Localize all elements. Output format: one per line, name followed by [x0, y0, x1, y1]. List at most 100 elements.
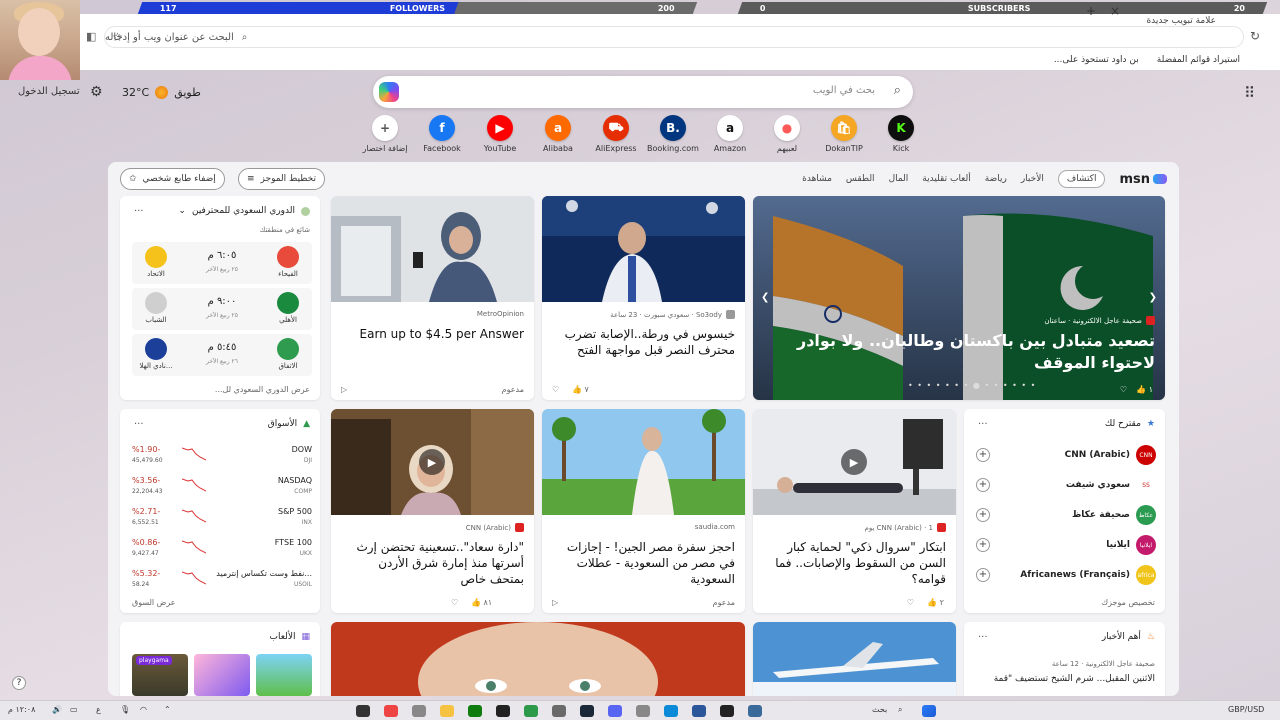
news-card-ad[interactable]: MetroOpinion Earn up to $4.5 per Answer …	[331, 196, 534, 400]
chevron-down-icon[interactable]: ⌄	[178, 206, 186, 216]
play-icon[interactable]: ▶	[841, 449, 867, 475]
carousel-dots[interactable]: • • • • • • • ● • • • • • •	[908, 381, 1036, 390]
help-icon[interactable]: ?	[12, 676, 26, 690]
follow-plus-icon[interactable]: +	[976, 538, 990, 552]
more-options-icon[interactable]: ···	[134, 206, 144, 217]
address-bar[interactable]: ⌕ البحث عن عنوان ويب أو إدخاله	[104, 26, 1244, 48]
follow-plus-icon[interactable]: +	[976, 478, 990, 492]
feed-layout-button[interactable]: ≡ تخطيط الموجز	[238, 168, 325, 190]
market-row[interactable]: %3.56- 22,204.43 NASDAQ COMP	[132, 472, 312, 502]
follow-plus-icon[interactable]: +	[976, 508, 990, 522]
like-count[interactable]: 👍 ١	[1136, 385, 1153, 394]
quick-link[interactable]: f Facebook	[414, 115, 470, 153]
markets-footer-link[interactable]: عرض السوق	[132, 598, 176, 607]
web-search-box[interactable]: بحث في الويب ⌕	[373, 76, 913, 108]
match-row[interactable]: الفيحاء ٦:٠٥ م ٢٥ ربيع الآخر الاتحاد	[132, 242, 312, 284]
like-count[interactable]: 👍 ٢	[927, 598, 944, 607]
currency-pair[interactable]: GBP/USD	[1228, 705, 1264, 714]
more-options-icon[interactable]: ···	[134, 419, 144, 430]
hero-news-card[interactable]: صحيفة عاجل الالكترونية · ساعتان تصعيد مت…	[753, 196, 1165, 400]
edge-icon[interactable]	[664, 705, 678, 717]
volume-icon[interactable]: 🔊	[52, 705, 62, 714]
settings-icon[interactable]	[412, 705, 426, 717]
game-thumbnail[interactable]: playgama	[132, 654, 188, 696]
sidebar-icon[interactable]: ◧	[86, 30, 96, 43]
market-row[interactable]: %1.90- 45,479.60 DOW DJI	[132, 441, 312, 471]
suggested-source[interactable]: + ايلانيا ايلانيا	[976, 533, 1156, 559]
quick-link[interactable]: K Kick	[873, 115, 929, 153]
sports-widget-header[interactable]: الدوري السعودي للمحترفين ⌄	[178, 206, 310, 216]
tab-money[interactable]: المال	[889, 174, 909, 184]
quick-link[interactable]: a Alibaba	[530, 115, 586, 153]
more-options-icon[interactable]: ···	[978, 419, 988, 430]
adchoices-icon[interactable]: ▷	[341, 385, 347, 394]
tab-news[interactable]: الأخبار	[1021, 174, 1044, 184]
quick-link[interactable]: a Amazon	[702, 115, 758, 153]
epic-icon[interactable]	[496, 705, 510, 717]
wifi-icon[interactable]: ◠	[140, 705, 147, 714]
refresh-icon[interactable]: ↻	[1250, 29, 1260, 43]
obs-icon[interactable]	[356, 705, 370, 717]
suggested-source[interactable]: + CNN (Arabic) CNN	[976, 443, 1156, 469]
news-card-plane[interactable]	[753, 622, 956, 696]
search-icon[interactable]: ⌕	[894, 83, 901, 98]
quick-link[interactable]: ⛟ AliExpress	[588, 115, 644, 153]
dislike-icon[interactable]: ♡	[451, 598, 458, 607]
favorite-star-icon[interactable]: ☆	[112, 30, 123, 44]
msn-logo[interactable]: msn	[1119, 172, 1167, 187]
games-widget-header[interactable]: ▦ الألعاب	[270, 632, 310, 642]
sports-footer-link[interactable]: عرض الدوري السعودي لل...	[130, 385, 310, 394]
game-icon[interactable]	[748, 705, 762, 717]
news-card-jesus[interactable]: So3ody · سعودي سبورت · 23 ساعة خيسوس في …	[542, 196, 745, 400]
top-news-headline[interactable]: الاثنين المقبل... شرم الشيخ تستضيف "قمة	[974, 674, 1155, 684]
language-indicator[interactable]: ع	[96, 705, 101, 714]
suggested-source[interactable]: + سعودي شيفت SS	[976, 473, 1156, 499]
tab-classic-games[interactable]: ألعاب تقليدية	[922, 174, 970, 184]
tab-title[interactable]: علامة تبويب جديدة	[1146, 16, 1216, 26]
carousel-next-icon[interactable]: ❯	[1149, 292, 1157, 303]
battery-icon[interactable]: ▭	[70, 705, 78, 714]
like-count[interactable]: 👍 ٨١	[471, 598, 492, 607]
quick-link[interactable]: ● لعبيهم	[759, 115, 815, 153]
carousel-prev-icon[interactable]: ❮	[761, 292, 769, 303]
clock-time[interactable]: ١٢:٠٨ م	[8, 705, 35, 714]
chevron-up-icon[interactable]: ⌃	[164, 705, 171, 714]
word-icon[interactable]	[692, 705, 706, 717]
suggested-source[interactable]: + صحيفة عكاظ عكاظ	[976, 503, 1156, 529]
follow-plus-icon[interactable]: +	[976, 448, 990, 462]
play-icon[interactable]: ▶	[419, 449, 445, 475]
chrome-icon[interactable]	[384, 705, 398, 717]
signin-button[interactable]: تسجيل الدخول	[18, 86, 80, 97]
suggested-source[interactable]: + Africanews (Français) africa	[976, 563, 1156, 589]
windows-start-icon[interactable]	[922, 705, 936, 717]
game-thumbnail[interactable]	[256, 654, 312, 696]
close-tab-icon[interactable]: ×	[1110, 4, 1120, 18]
dislike-icon[interactable]: ♡	[552, 385, 559, 394]
chrome-alt-icon[interactable]	[524, 705, 538, 717]
news-card-smart-trousers[interactable]: ▶ CNN (Arabic) · 1 يوم ابتكار "سروال ذكي…	[753, 409, 956, 613]
dislike-icon[interactable]: ♡	[1120, 385, 1127, 394]
tab-discover[interactable]: اكتشاف	[1057, 170, 1106, 188]
copilot-icon[interactable]	[379, 82, 399, 102]
folder-icon[interactable]	[440, 705, 454, 717]
top-news-header[interactable]: ♨ أهم الأخبار	[1102, 632, 1155, 642]
news-card-redhead[interactable]	[331, 622, 745, 696]
quick-link[interactable]: + إضافة اختصار	[357, 115, 413, 153]
market-row[interactable]: %2.71- 6,552.51 S&P 500 INX	[132, 503, 312, 533]
chat-icon[interactable]	[636, 705, 650, 717]
focus-button[interactable]: ✩ إضفاء طابع شخصي	[120, 168, 225, 190]
markets-widget-header[interactable]: ▲ الأسواق	[268, 419, 310, 429]
app-grid-icon[interactable]	[552, 705, 566, 717]
bookmark-item[interactable]: بن داود تستحوذ على...	[1054, 55, 1139, 65]
more-options-icon[interactable]: ···	[978, 632, 988, 643]
market-row[interactable]: %5.32- 58.24 نفط وست تكساس إنترميد... USOIL	[132, 565, 312, 595]
xbox-icon[interactable]	[468, 705, 482, 717]
apps-grid-icon[interactable]: ⠿	[1244, 84, 1255, 102]
quick-link[interactable]: B. Booking.com	[645, 115, 701, 153]
customize-feed-link[interactable]: تخصيص موجزك	[1102, 598, 1155, 607]
taskbar-search-icon[interactable]: ⌕	[898, 705, 902, 715]
game-thumbnail[interactable]	[194, 654, 250, 696]
dislike-icon[interactable]: ♡	[907, 598, 914, 607]
follow-plus-icon[interactable]: +	[976, 568, 990, 582]
match-row[interactable]: الاتفاق ٥:٤٥ م ٢٦ ربيع الآخر نادي الهلا...	[132, 334, 312, 376]
